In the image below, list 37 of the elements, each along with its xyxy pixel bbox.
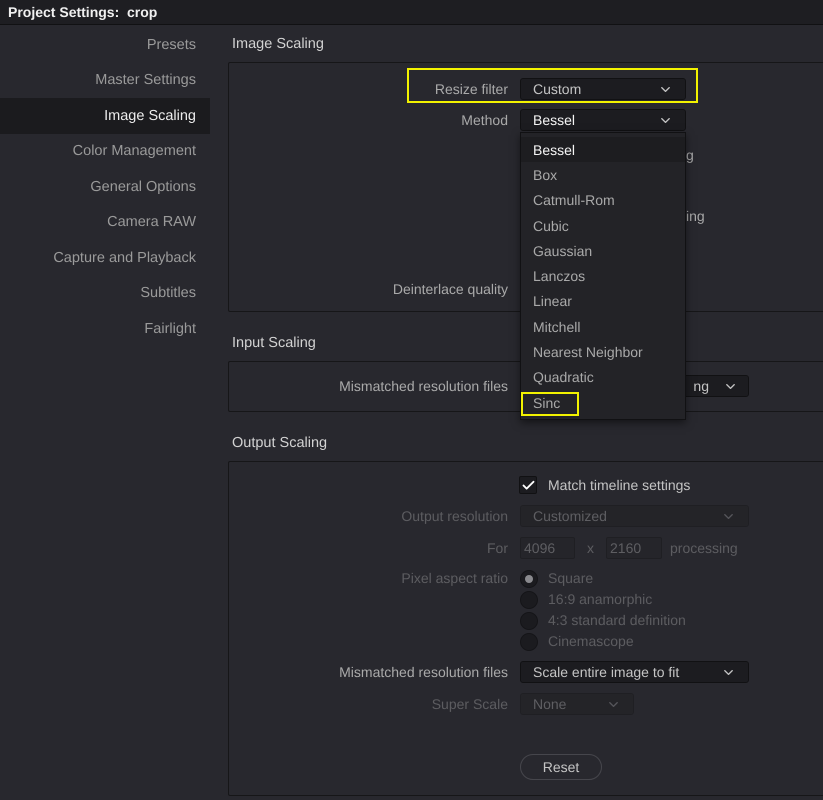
sidebar-item[interactable]: Presets: [0, 27, 210, 62]
window-title: Project Settings: crop: [8, 4, 158, 20]
menu-item[interactable]: Nearest Neighbor: [521, 339, 685, 365]
menu-item[interactable]: Gaussian: [521, 238, 685, 264]
sidebar-item[interactable]: Camera RAW: [0, 204, 210, 240]
reset-button[interactable]: Reset: [520, 754, 602, 780]
option-label: ing: [686, 208, 705, 224]
field-label: Deinterlace quality: [392, 280, 508, 299]
field-label: Resize filter: [434, 80, 508, 98]
menu-item[interactable]: Linear: [521, 288, 685, 314]
section-title: Image Scaling: [232, 36, 324, 52]
sidebar-item[interactable]: Capture and Playback: [0, 240, 210, 276]
checkbox-label: Match timeline settings: [548, 476, 690, 495]
sidebar-item[interactable]: Fairlight: [0, 311, 210, 346]
field-label: Mismatched resolution files: [338, 376, 508, 396]
menu-item[interactable]: Lanczos: [521, 263, 685, 289]
dropdown[interactable]: Bessel: [520, 109, 686, 131]
menu-item[interactable]: Bessel: [521, 137, 685, 162]
sidebar-item[interactable]: Master Settings: [0, 62, 210, 98]
field-label: Mismatched resolution files: [338, 662, 508, 682]
sidebar-item[interactable]: Subtitles: [0, 276, 210, 311]
checkbox[interactable]: [519, 476, 537, 494]
sidebar-item[interactable]: Image Scaling: [0, 98, 210, 134]
dropdown[interactable]: Custom: [520, 78, 686, 100]
sidebar-item[interactable]: General Options: [0, 169, 210, 204]
sidebar-item[interactable]: Color Management: [0, 134, 210, 169]
field-label: Method: [460, 110, 508, 130]
menu-item[interactable]: Cubic: [521, 212, 685, 238]
dropdown[interactable]: Scale entire image to fit: [520, 661, 749, 683]
menu-item[interactable]: Catmull-Rom: [521, 188, 685, 213]
menu-item[interactable]: Sinc: [521, 390, 685, 416]
section-title: Input Scaling: [232, 334, 316, 350]
option-label: g: [686, 147, 694, 163]
menu-item[interactable]: Quadratic: [521, 364, 685, 390]
section-title: Output Scaling: [232, 434, 328, 450]
menu-item[interactable]: Mitchell: [521, 314, 685, 340]
menu-item[interactable]: Box: [521, 162, 685, 188]
